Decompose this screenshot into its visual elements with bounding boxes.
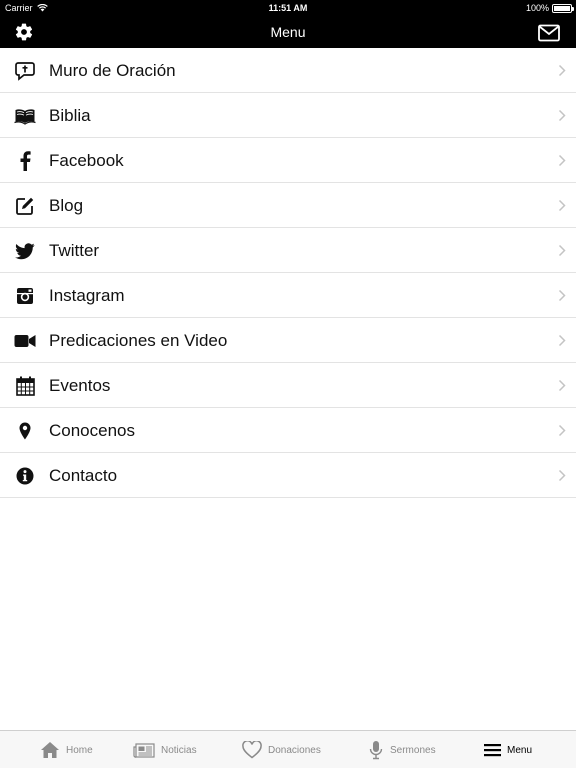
tab-noticias[interactable]: Noticias [133, 731, 197, 768]
menu-item-label: Predicaciones en Video [49, 331, 228, 350]
battery-icon [552, 3, 574, 13]
mail-icon[interactable] [538, 24, 560, 42]
menu-item-biblia[interactable]: Biblia [0, 93, 576, 138]
menu-item-predicaciones-en-video[interactable]: Predicaciones en Video [0, 318, 576, 363]
menu-item-conocenos[interactable]: Conocenos [0, 408, 576, 453]
chevron-right-icon [558, 199, 566, 212]
chevron-right-icon [558, 64, 566, 77]
twitter-icon [14, 240, 36, 262]
menu-item-label: Biblia [49, 106, 91, 125]
tab-menu[interactable]: Menu [484, 731, 532, 768]
menu-item-label: Twitter [49, 241, 100, 260]
battery-status: 100% [525, 3, 574, 13]
tab-label: Sermones [390, 744, 436, 756]
menu-item-label: Instagram [49, 286, 125, 305]
battery-percent: 100% [525, 3, 549, 13]
menu-item-instagram[interactable]: Instagram [0, 273, 576, 318]
menu-item-label: Contacto [49, 466, 118, 485]
tab-sermones[interactable]: Sermones [368, 731, 436, 768]
menu-list: Muro de Oración Biblia Facebook Blog Twi… [0, 48, 576, 498]
chevron-right-icon [558, 109, 566, 122]
menu-item-eventos[interactable]: Eventos [0, 363, 576, 408]
chevron-right-icon [558, 334, 566, 347]
facebook-icon [14, 150, 36, 172]
microphone-icon [369, 741, 383, 760]
menu-item-label: Eventos [49, 376, 111, 395]
heart-icon [242, 741, 262, 759]
info-icon [14, 465, 36, 487]
chevron-right-icon [558, 154, 566, 167]
hamburger-menu-icon [484, 744, 501, 757]
page-title: Menu [270, 24, 306, 40]
chevron-right-icon [558, 469, 566, 482]
chevron-right-icon [558, 289, 566, 302]
edit-icon [14, 195, 36, 217]
calendar-icon [14, 375, 36, 397]
instagram-icon [14, 285, 36, 307]
tab-label: Donaciones [268, 744, 321, 756]
chevron-right-icon [558, 244, 566, 257]
nav-bar: Menu [0, 16, 576, 48]
menu-item-twitter[interactable]: Twitter [0, 228, 576, 273]
video-camera-icon [14, 330, 36, 352]
newspaper-icon [133, 742, 155, 758]
chevron-right-icon [558, 379, 566, 392]
tab-bar: Home Noticias Donaciones Sermones Menu [0, 730, 576, 768]
menu-item-label: Muro de Oración [49, 61, 176, 80]
map-pin-icon [14, 420, 36, 442]
tab-donaciones[interactable]: Donaciones [242, 731, 321, 768]
home-icon [41, 742, 59, 758]
menu-item-label: Conocenos [49, 421, 136, 440]
status-bar: Carrier 11:51 AM 100% [0, 0, 576, 16]
chevron-right-icon [558, 424, 566, 437]
menu-item-blog[interactable]: Blog [0, 183, 576, 228]
tab-home[interactable]: Home [40, 731, 93, 768]
menu-item-facebook[interactable]: Facebook [0, 138, 576, 183]
prayer-bubble-icon [14, 60, 36, 82]
menu-item-contacto[interactable]: Contacto [0, 453, 576, 498]
menu-item-label: Blog [49, 196, 84, 215]
tab-label: Noticias [161, 744, 197, 756]
menu-item-muro-de-oracion[interactable]: Muro de Oración [0, 48, 576, 93]
tab-label: Menu [507, 744, 533, 756]
status-time: 11:51 AM [268, 3, 308, 13]
tab-label: Home [66, 744, 93, 756]
bible-book-icon [14, 105, 36, 127]
menu-item-label: Facebook [49, 151, 124, 170]
